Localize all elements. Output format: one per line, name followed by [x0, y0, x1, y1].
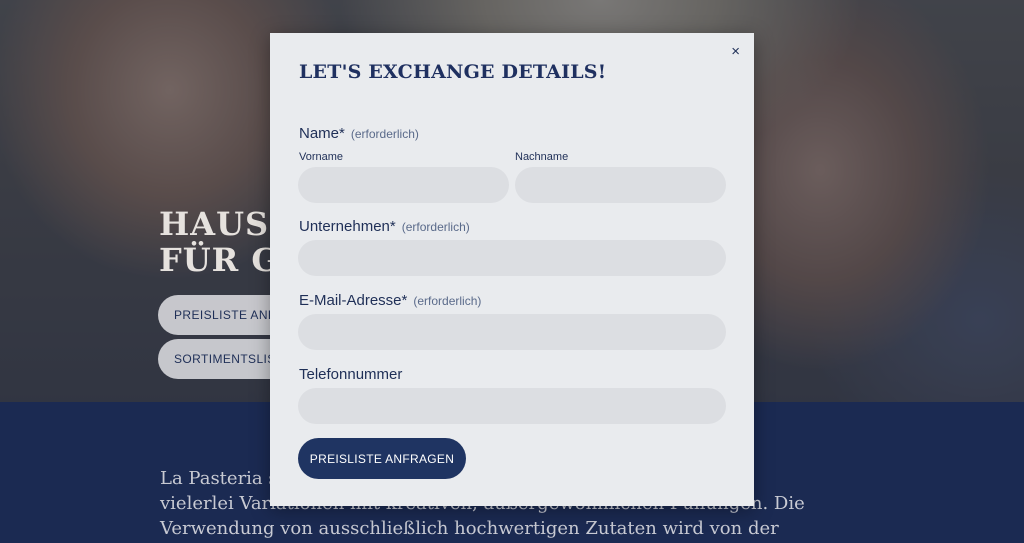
- contact-modal: × LET'S EXCHANGE DETAILS! Name* (erforder…: [270, 33, 754, 506]
- modal-title: LET'S EXCHANGE DETAILS!: [299, 61, 607, 83]
- hero-title-line-2: FÜR GA: [159, 241, 279, 278]
- required-hint: (erforderlich): [413, 294, 482, 308]
- last-name-input[interactable]: [515, 167, 726, 203]
- company-input[interactable]: [298, 240, 726, 276]
- email-label-text: E-Mail-Adresse*: [299, 292, 408, 309]
- phone-input[interactable]: [298, 388, 726, 424]
- last-name-label: Nachname: [515, 151, 569, 163]
- hero-title-line-1: HAUSG: [159, 206, 279, 243]
- email-label: E-Mail-Adresse* (erforderlich): [299, 292, 481, 309]
- intro-text-line: Verwendung von ausschließlich hochwertig…: [160, 518, 779, 539]
- company-label-text: Unternehmen*: [299, 218, 396, 235]
- close-icon[interactable]: ×: [731, 43, 740, 61]
- name-label: Name* (erforderlich): [299, 125, 419, 142]
- required-hint: (erforderlich): [350, 127, 419, 141]
- submit-price-list-button[interactable]: PREISLISTE ANFRAGEN: [298, 438, 466, 479]
- phone-label: Telefonnummer: [299, 366, 403, 383]
- first-name-input[interactable]: [298, 167, 509, 203]
- company-label: Unternehmen* (erforderlich): [299, 218, 470, 235]
- first-name-label: Vorname: [299, 151, 344, 163]
- email-input[interactable]: [298, 314, 726, 350]
- required-hint: (erforderlich): [401, 220, 470, 234]
- name-label-text: Name*: [299, 125, 345, 142]
- hero-title: HAUSG FÜR GA: [159, 206, 279, 278]
